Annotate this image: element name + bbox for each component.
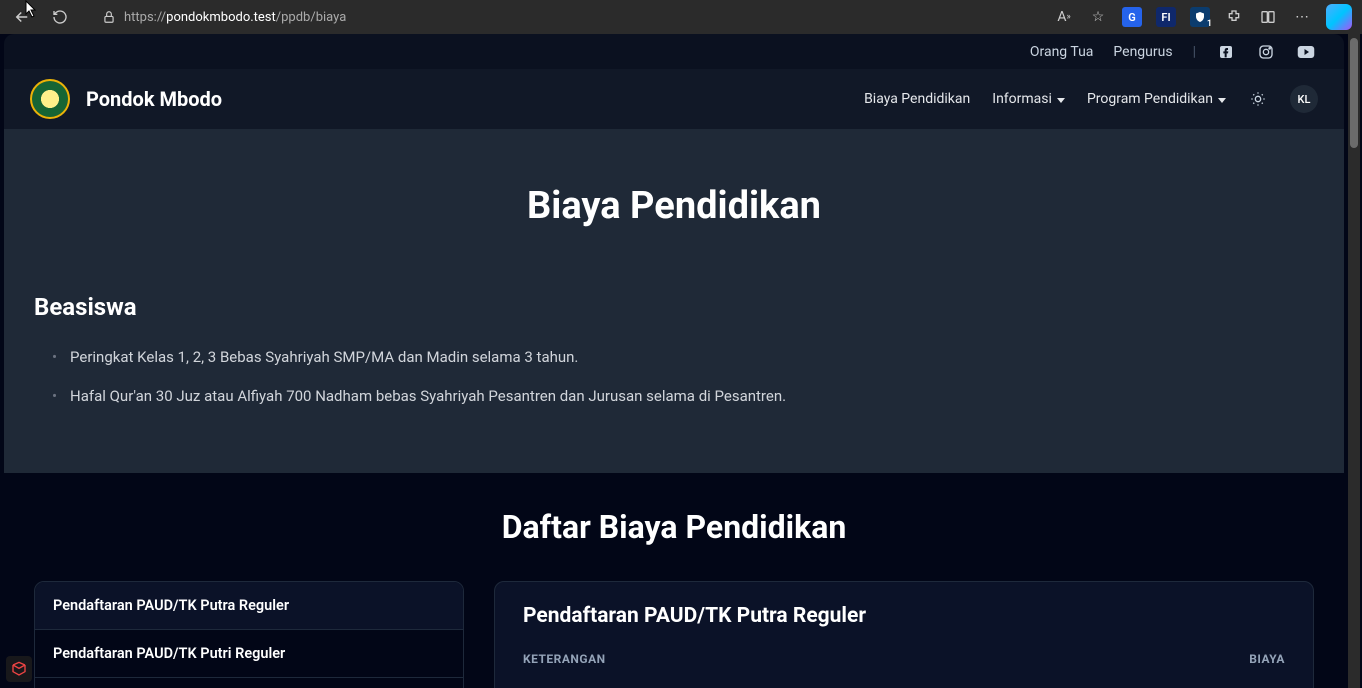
refresh-button[interactable]	[48, 5, 72, 29]
favorite-icon[interactable]: ☆	[1088, 7, 1108, 27]
beasiswa-heading: Beasiswa	[34, 293, 1314, 321]
daftar-section: Daftar Biaya Pendidikan Pendaftaran PAUD…	[4, 473, 1344, 688]
utility-bar: Orang Tua Pengurus |	[4, 34, 1344, 69]
facebook-icon[interactable]	[1216, 42, 1236, 62]
link-orang-tua[interactable]: Orang Tua	[1030, 44, 1094, 60]
chevron-down-icon	[1218, 98, 1226, 103]
detail-panel: Pendaftaran PAUD/TK Putra Reguler KETERA…	[494, 581, 1314, 688]
address-bar[interactable]: https://pondokmbodo.test/ppdb/biaya	[94, 10, 980, 25]
hero-section: Biaya Pendidikan Beasiswa Peringkat Kela…	[4, 129, 1344, 473]
separator: |	[1193, 44, 1196, 60]
panel-title: Pendaftaran PAUD/TK Putra Reguler	[523, 604, 1285, 628]
extensions-icon[interactable]	[1224, 7, 1244, 27]
page-content: Orang Tua Pengurus | Pondok Mbodo Biaya …	[0, 34, 1362, 688]
more-icon[interactable]: ⋯	[1292, 7, 1312, 27]
sidebar-item-paud-putri[interactable]: Pendaftaran PAUD/TK Putri Reguler	[35, 630, 463, 678]
list-item: Peringkat Kelas 1, 2, 3 Bebas Syahriyah …	[70, 346, 1314, 369]
main-navbar: Pondok Mbodo Biaya Pendidikan Informasi …	[4, 69, 1344, 129]
section-heading: Daftar Biaya Pendidikan	[34, 508, 1314, 546]
link-pengurus[interactable]: Pengurus	[1113, 44, 1172, 60]
list-item: Hafal Qur'an 30 Juz atau Alfiyah 700 Nad…	[70, 385, 1314, 408]
nav-program[interactable]: Program Pendidikan	[1087, 91, 1226, 107]
split-screen-icon[interactable]	[1258, 7, 1278, 27]
page-scrollbar[interactable]	[1348, 34, 1360, 688]
browser-toolbar: https://pondokmbodo.test/ppdb/biaya A» ☆…	[0, 0, 1362, 34]
shield-extension-icon[interactable]: 1	[1190, 7, 1210, 27]
read-aloud-icon[interactable]: A»	[1054, 7, 1074, 27]
nav-informasi[interactable]: Informasi	[992, 91, 1065, 107]
lock-icon	[102, 10, 116, 24]
beasiswa-list: Peringkat Kelas 1, 2, 3 Bebas Syahriyah …	[34, 346, 1314, 407]
youtube-icon[interactable]	[1296, 42, 1316, 62]
chevron-down-icon	[1057, 98, 1065, 103]
scrollbar-thumb[interactable]	[1350, 38, 1358, 148]
col-keterangan: KETERANGAN	[523, 652, 606, 666]
theme-toggle[interactable]	[1248, 89, 1268, 109]
category-sidebar: Pendaftaran PAUD/TK Putra Reguler Pendaf…	[34, 581, 464, 688]
col-biaya: BIAYA	[1249, 652, 1285, 666]
instagram-icon[interactable]	[1256, 42, 1276, 62]
user-avatar[interactable]: KL	[1290, 85, 1318, 113]
cursor-icon	[24, 0, 38, 18]
site-title: Pondok Mbodo	[86, 87, 222, 111]
sidebar-item-paud-putra[interactable]: Pendaftaran PAUD/TK Putra Reguler	[35, 582, 463, 630]
browser-actions: A» ☆ G FI 1 ⋯	[1054, 4, 1352, 30]
nav-biaya[interactable]: Biaya Pendidikan	[864, 91, 970, 107]
url-text: https://pondokmbodo.test/ppdb/biaya	[124, 10, 346, 25]
sidebar-item-mi-putra[interactable]: Pendaftaran MI Putra Reguler	[35, 678, 463, 688]
copilot-icon[interactable]	[1326, 4, 1352, 30]
fi-extension-icon[interactable]: FI	[1156, 7, 1176, 27]
page-title: Biaya Pendidikan	[34, 184, 1314, 228]
site-logo[interactable]	[30, 79, 70, 119]
translate-extension-icon[interactable]: G	[1122, 7, 1142, 27]
laravel-debugbar-icon[interactable]	[6, 656, 32, 682]
